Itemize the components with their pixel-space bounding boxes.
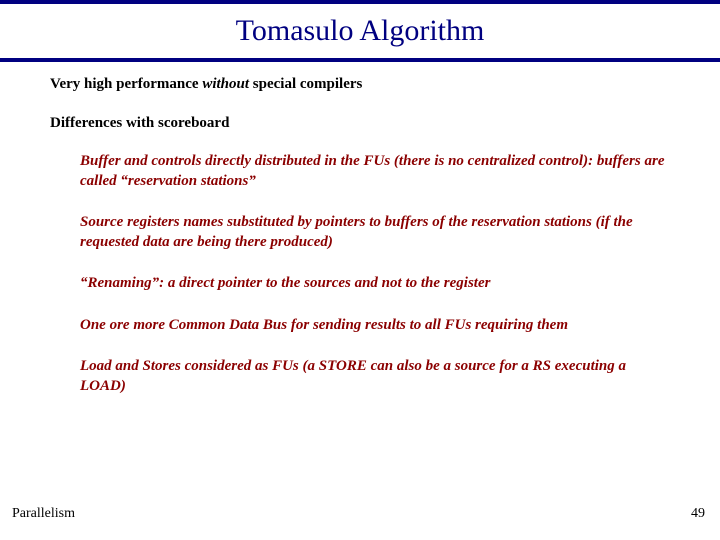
bullet-item: Buffer and controls directly distributed…	[80, 152, 670, 191]
slide-title: Tomasulo Algorithm	[236, 14, 485, 48]
footer-left: Parallelism	[12, 506, 75, 522]
page-number: 49	[691, 506, 705, 522]
intro-line: Very high performance without special co…	[50, 76, 670, 93]
intro-suffix: special compilers	[249, 76, 362, 92]
content-area: Very high performance without special co…	[0, 62, 720, 396]
title-bar: Tomasulo Algorithm	[0, 0, 720, 62]
bullet-item: Load and Stores considered as FUs (a STO…	[80, 357, 670, 396]
bullet-item: Source registers names substituted by po…	[80, 213, 670, 252]
intro-emphasis: without	[202, 76, 249, 92]
subheading: Differences with scoreboard	[50, 115, 670, 132]
intro-prefix: Very high performance	[50, 76, 202, 92]
bullet-item: “Renaming”: a direct pointer to the sour…	[80, 274, 670, 294]
bullet-item: One ore more Common Data Bus for sending…	[80, 316, 670, 336]
bullet-list: Buffer and controls directly distributed…	[50, 152, 670, 396]
